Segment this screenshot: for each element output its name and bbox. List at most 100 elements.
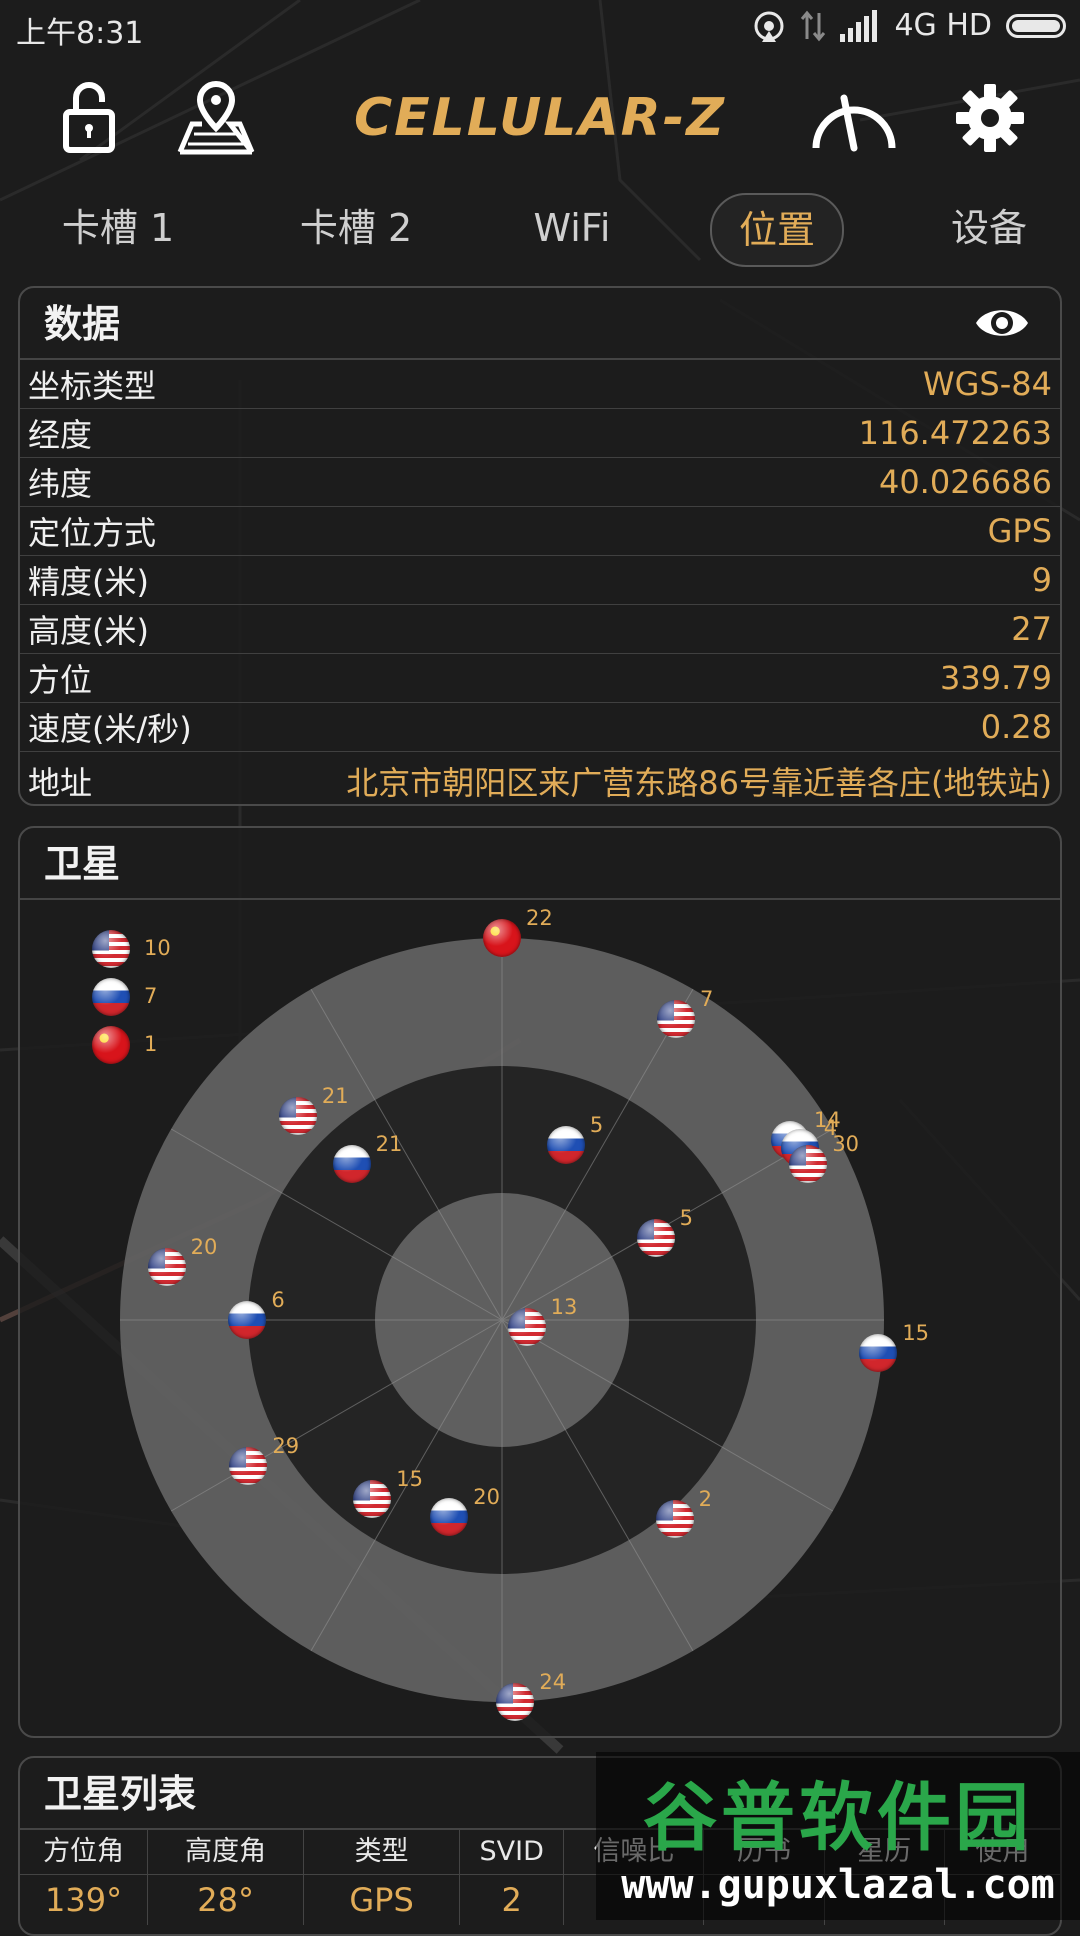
- data-card-title: 数据: [44, 302, 121, 346]
- data-label: 地址: [28, 764, 93, 802]
- unlock-icon[interactable]: [52, 78, 132, 158]
- us-flag-icon: [657, 999, 696, 1038]
- us-flag-icon: [92, 930, 130, 968]
- tab-wifi[interactable]: WiFi: [516, 193, 628, 263]
- satellite-id-label: 21: [375, 1132, 403, 1157]
- data-row-longitude: 经度 116.472263: [20, 409, 1060, 458]
- status-icons: 4G HD: [752, 8, 1066, 43]
- data-value: 北京市朝阳区来广营东路86号靠近善各庄(地铁站): [346, 764, 1052, 802]
- gear-icon[interactable]: [950, 78, 1030, 158]
- satellite-id-label: 20: [190, 1234, 218, 1259]
- column-header: 类型: [304, 1830, 460, 1875]
- tab-sim2[interactable]: 卡槽 2: [282, 193, 430, 263]
- satellite-id-label: 15: [396, 1466, 423, 1491]
- data-value: 9: [1031, 561, 1052, 599]
- app-logo: CELLULAR-Z: [353, 88, 727, 148]
- tab-device[interactable]: 设备: [924, 193, 1054, 263]
- data-card-header: 数据: [20, 288, 1060, 360]
- legend-count: 10: [144, 936, 171, 960]
- us-flag-icon: [789, 1144, 828, 1183]
- satellite-card-title: 卫星: [44, 842, 121, 886]
- legend-item-glonass: 7: [92, 978, 212, 1018]
- data-rows: 坐标类型 WGS-84 经度 116.472263 纬度 40.026686 定…: [20, 360, 1060, 804]
- satellite-id-label: 29: [272, 1434, 300, 1459]
- tab-bar: 卡槽 1 卡槽 2 WiFi 位置 设备: [0, 185, 1080, 275]
- satellite-id-label: 24: [539, 1669, 567, 1694]
- data-value: 339.79: [940, 659, 1052, 697]
- column-header: 方位角: [20, 1830, 148, 1875]
- data-value: GPS: [987, 512, 1052, 550]
- data-label: 速度(米/秒): [28, 710, 192, 748]
- legend-count: 1: [144, 1032, 158, 1056]
- data-row-address: 地址 北京市朝阳区来广营东路86号靠近善各庄(地铁站): [20, 752, 1060, 804]
- battery-icon: [1006, 13, 1066, 38]
- russia-flag-icon: [546, 1125, 585, 1164]
- data-value: 27: [1011, 610, 1052, 648]
- satellite-id-label: 13: [550, 1294, 578, 1319]
- data-label: 经度: [28, 416, 93, 454]
- data-arrows-icon: [801, 10, 826, 41]
- top-bar: CELLULAR-Z: [0, 60, 1080, 170]
- satellite-id-label: 7: [700, 986, 714, 1011]
- satellite-id-label: 6: [271, 1288, 285, 1312]
- cell-value: 28°: [197, 1881, 254, 1919]
- satellite-card-header: 卫星: [20, 828, 1060, 900]
- cell-value: 139°: [45, 1881, 123, 1919]
- data-value: WGS-84: [922, 365, 1052, 403]
- signal-icon: [840, 9, 878, 42]
- us-flag-icon: [507, 1307, 546, 1346]
- satellite-id-label: 22: [526, 906, 553, 930]
- tab-location[interactable]: 位置: [710, 193, 844, 267]
- data-row-altitude: 高度(米) 27: [20, 605, 1060, 654]
- hotspot-icon: [754, 11, 784, 42]
- cell-value: 2: [501, 1881, 522, 1919]
- russia-flag-icon: [430, 1497, 469, 1536]
- us-flag-icon: [655, 1499, 694, 1538]
- speedometer-icon[interactable]: [806, 78, 902, 158]
- data-label: 定位方式: [28, 514, 157, 552]
- legend-item-beidou: 1: [92, 1026, 212, 1066]
- data-card: 数据 坐标类型 WGS-84 经度 116.472263 纬度 40.02668…: [18, 286, 1062, 806]
- us-flag-icon: [353, 1479, 392, 1518]
- column-elevation: 高度角 28°: [148, 1830, 305, 1925]
- legend-count: 7: [144, 984, 158, 1008]
- data-label: 精度(米): [28, 563, 149, 601]
- china-flag-icon: [483, 919, 521, 957]
- network-label: 4G HD: [894, 8, 992, 43]
- satellite-id-label: 30: [832, 1131, 860, 1156]
- data-row-speed: 速度(米/秒) 0.28: [20, 703, 1060, 752]
- data-label: 坐标类型: [28, 367, 157, 405]
- data-label: 高度(米): [28, 612, 149, 650]
- satellite-id-label: 20: [473, 1484, 500, 1509]
- map-pin-icon[interactable]: [176, 78, 256, 158]
- data-row-latitude: 纬度 40.026686: [20, 458, 1060, 507]
- data-row-coordinate-type: 坐标类型 WGS-84: [20, 360, 1060, 409]
- china-flag-icon: [92, 1026, 130, 1064]
- data-label: 方位: [28, 661, 93, 699]
- legend-item-gps: 10: [92, 930, 212, 970]
- eye-icon[interactable]: [974, 302, 1030, 344]
- satellite-id-label: 5: [589, 1112, 604, 1137]
- data-value: 116.472263: [858, 414, 1052, 452]
- watermark-title: 谷普软件园: [643, 1775, 1033, 1861]
- sky-plot: 10 7 1 22 7 14 4 30 21 21 5 5 20 6 13 15 29 15 20 2 24: [20, 900, 1060, 1730]
- watermark: 谷普软件园 www.gupuxlazal.com: [596, 1752, 1080, 1920]
- russia-flag-icon: [92, 978, 130, 1016]
- column-type: 类型 GPS: [304, 1830, 461, 1925]
- russia-flag-icon: [859, 1333, 898, 1372]
- tab-sim1[interactable]: 卡槽 1: [48, 193, 188, 263]
- us-flag-icon: [278, 1096, 317, 1135]
- us-flag-icon: [636, 1219, 675, 1258]
- data-value: 0.28: [980, 708, 1052, 746]
- watermark-url: www.gupuxlazal.com: [621, 1862, 1055, 1908]
- column-azimuth: 方位角 139°: [20, 1830, 149, 1925]
- column-svid: SVID 2: [460, 1830, 565, 1925]
- data-row-positioning-method: 定位方式 GPS: [20, 507, 1060, 556]
- cell-value: GPS: [349, 1881, 414, 1919]
- us-flag-icon: [496, 1682, 535, 1721]
- data-label: 纬度: [28, 465, 93, 503]
- data-row-bearing: 方位 339.79: [20, 654, 1060, 703]
- satellite-card: 卫星 10 7 1 22 7 14 4 30 21 21 5 5 20 6 13 15 29 15 20 2 24: [18, 826, 1062, 1738]
- status-bar: 上午8:31 4G HD: [0, 0, 1080, 56]
- satellite-id-label: 15: [902, 1320, 930, 1345]
